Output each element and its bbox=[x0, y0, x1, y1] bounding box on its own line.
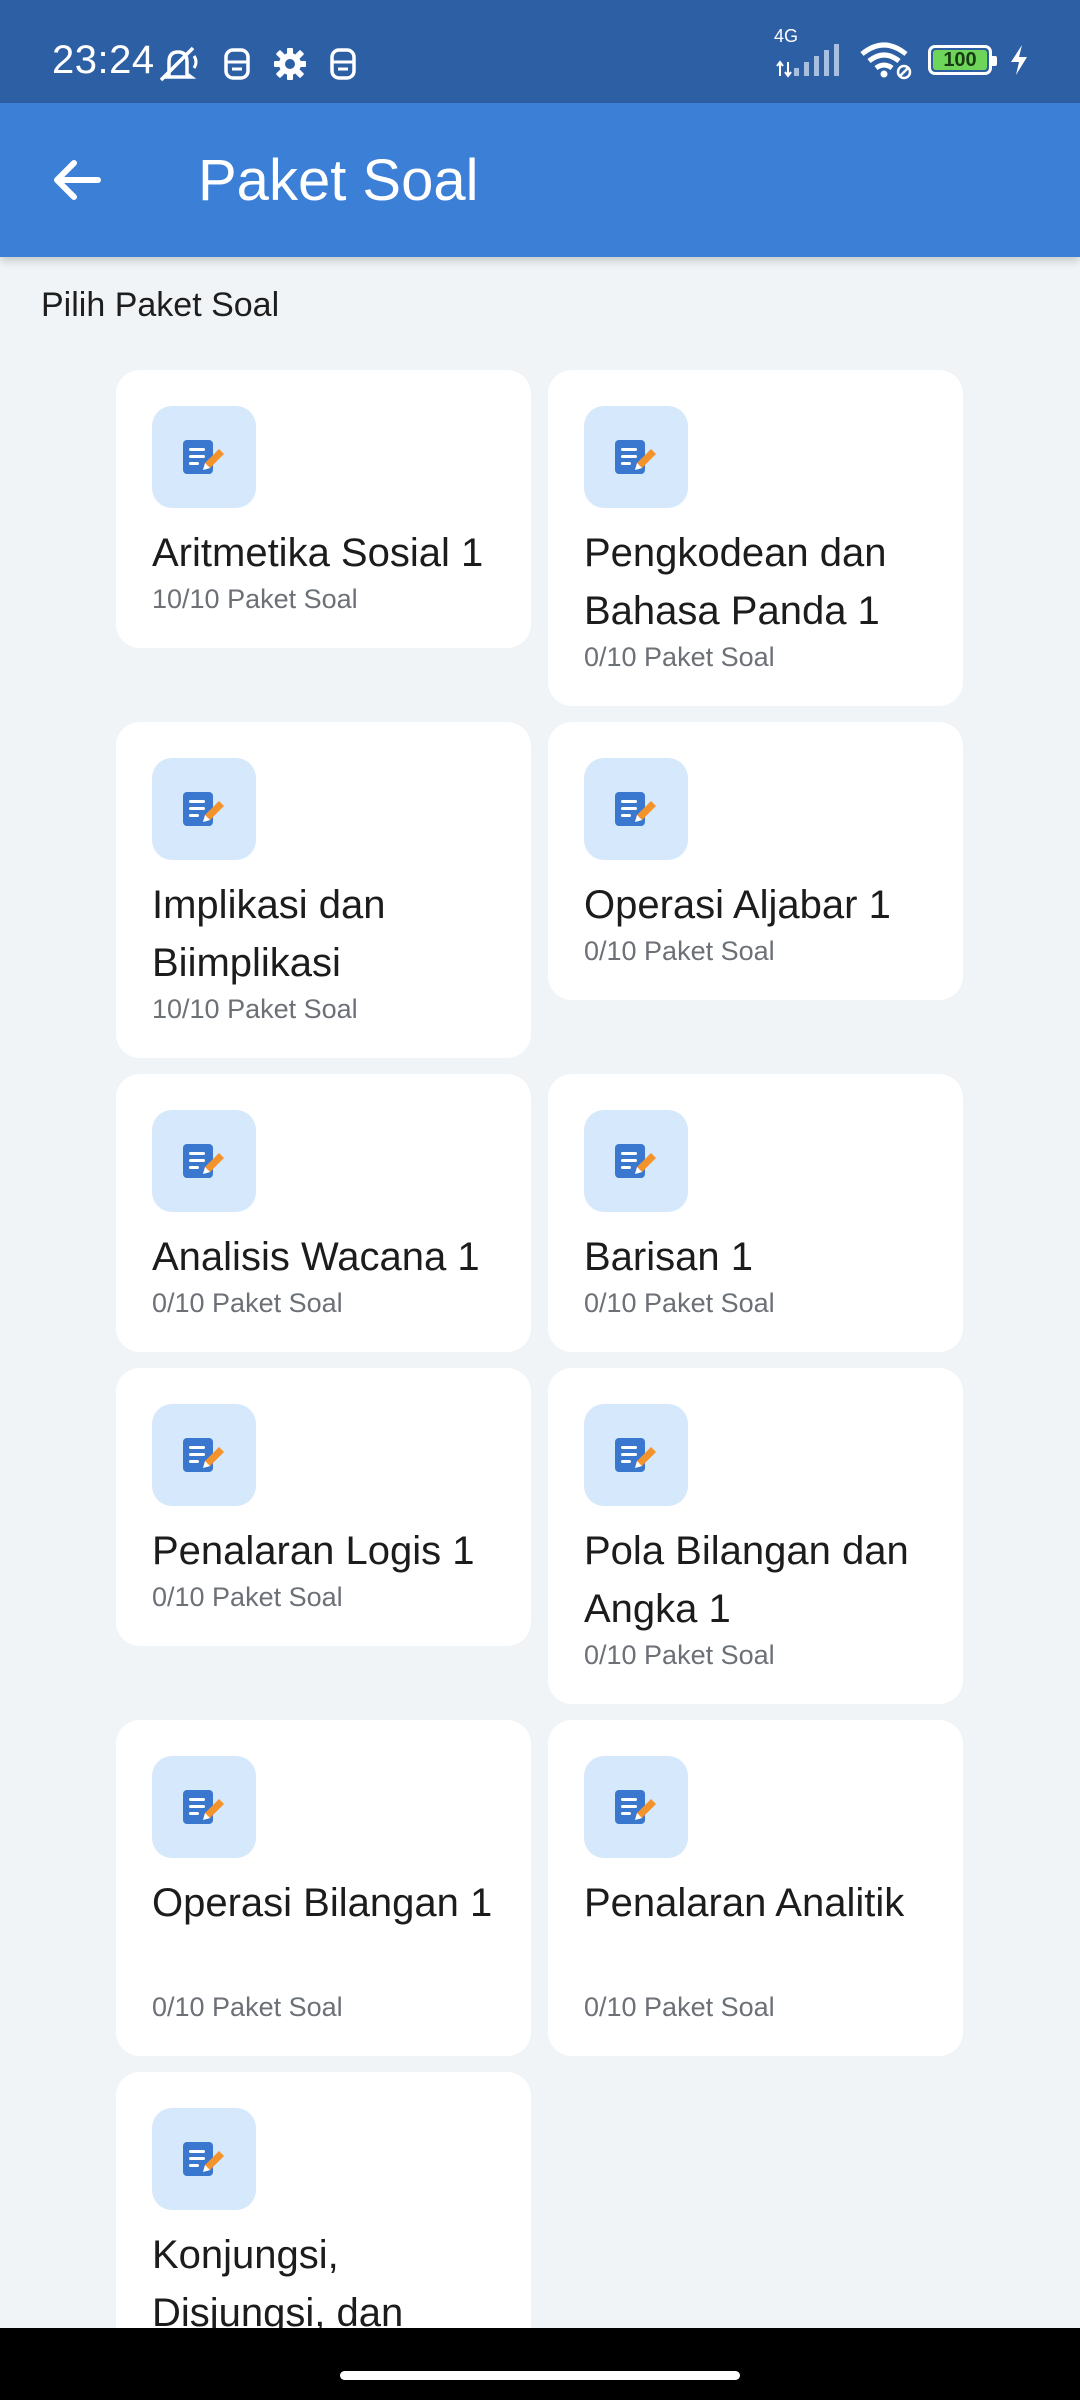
charging-icon bbox=[1011, 45, 1027, 75]
edit-note-icon bbox=[584, 758, 688, 860]
package-title: Konjungsi, Disjungsi, dan bbox=[152, 2233, 404, 2328]
package-title: Operasi Aljabar 1 bbox=[584, 883, 891, 927]
arrow-left-icon bbox=[54, 160, 101, 200]
wifi-icon bbox=[860, 42, 912, 80]
network-type: 4G bbox=[774, 26, 799, 46]
edit-note-icon bbox=[152, 2108, 256, 2210]
status-time: 23:24 bbox=[52, 38, 155, 82]
battery-icon: 100 bbox=[928, 45, 997, 75]
page-title: Paket Soal bbox=[198, 148, 479, 213]
status-icons-left bbox=[155, 44, 357, 84]
package-title: Penalaran Analitik bbox=[584, 1881, 905, 1925]
home-indicator[interactable] bbox=[340, 2371, 740, 2380]
package-progress: 0/10 Paket Soal bbox=[152, 1582, 343, 1612]
package-progress: 0/10 Paket Soal bbox=[584, 936, 775, 966]
package-card-9[interactable]: Operasi Bilangan 1 0/10 Paket Soal bbox=[116, 1720, 531, 2056]
silent-icon bbox=[159, 46, 198, 82]
navigation-bar bbox=[0, 2328, 1080, 2400]
package-card-5[interactable]: Analisis Wacana 1 0/10 Paket Soal bbox=[116, 1074, 531, 1352]
face-icon bbox=[224, 48, 250, 80]
face-icon bbox=[330, 48, 356, 80]
package-title: Implikasi dan Biimplikasi bbox=[152, 883, 386, 985]
edit-note-icon bbox=[152, 1756, 256, 1858]
package-card-1[interactable]: Aritmetika Sosial 1 10/10 Paket Soal bbox=[116, 370, 531, 648]
signal-icon: 4G bbox=[774, 26, 844, 80]
package-card-10[interactable]: Penalaran Analitik 0/10 Paket Soal bbox=[548, 1720, 963, 2056]
edit-note-icon bbox=[152, 1110, 256, 1212]
package-progress: 10/10 Paket Soal bbox=[152, 994, 358, 1024]
status-bar: 23:24 4G 100 bbox=[0, 0, 1080, 103]
back-button[interactable] bbox=[40, 143, 114, 217]
package-card-4[interactable]: Operasi Aljabar 1 0/10 Paket Soal bbox=[548, 722, 963, 1000]
package-progress: 0/10 Paket Soal bbox=[584, 1640, 775, 1670]
package-progress: 0/10 Paket Soal bbox=[584, 1992, 775, 2022]
package-title: Penalaran Logis 1 bbox=[152, 1529, 475, 1573]
package-title: Analisis Wacana 1 bbox=[152, 1235, 480, 1279]
edit-note-icon bbox=[152, 406, 256, 508]
battery-level: 100 bbox=[943, 48, 977, 71]
package-card-3[interactable]: Implikasi dan Biimplikasi 10/10 Paket So… bbox=[116, 722, 531, 1058]
app-bar: Paket Soal bbox=[0, 103, 1080, 257]
edit-note-icon bbox=[584, 406, 688, 508]
package-progress: 0/10 Paket Soal bbox=[152, 1288, 343, 1318]
package-title: Operasi Bilangan 1 bbox=[152, 1881, 493, 1925]
package-title: Aritmetika Sosial 1 bbox=[152, 531, 484, 575]
package-card-11[interactable]: Konjungsi, Disjungsi, dan bbox=[116, 2072, 531, 2328]
package-progress: 0/10 Paket Soal bbox=[584, 642, 775, 672]
gear-icon bbox=[274, 48, 306, 80]
package-card-6[interactable]: Barisan 1 0/10 Paket Soal bbox=[548, 1074, 963, 1352]
package-progress: 0/10 Paket Soal bbox=[584, 1288, 775, 1318]
package-card-7[interactable]: Penalaran Logis 1 0/10 Paket Soal bbox=[116, 1368, 531, 1646]
package-card-8[interactable]: Pola Bilangan dan Angka 1 0/10 Paket Soa… bbox=[548, 1368, 963, 1704]
edit-note-icon bbox=[584, 1756, 688, 1858]
package-card-2[interactable]: Pengkodean dan Bahasa Panda 1 0/10 Paket… bbox=[548, 370, 963, 706]
section-label: Pilih Paket Soal bbox=[41, 286, 280, 324]
edit-note-icon bbox=[152, 758, 256, 860]
edit-note-icon bbox=[584, 1404, 688, 1506]
edit-note-icon bbox=[152, 1404, 256, 1506]
package-progress: 0/10 Paket Soal bbox=[152, 1992, 343, 2022]
status-icons-right: 4G 100 bbox=[774, 26, 1030, 80]
package-title: Barisan 1 bbox=[584, 1235, 753, 1279]
package-title: Pola Bilangan dan Angka 1 bbox=[584, 1529, 909, 1631]
package-title: Pengkodean dan Bahasa Panda 1 bbox=[584, 531, 887, 633]
package-progress: 10/10 Paket Soal bbox=[152, 584, 358, 614]
edit-note-icon bbox=[584, 1110, 688, 1212]
